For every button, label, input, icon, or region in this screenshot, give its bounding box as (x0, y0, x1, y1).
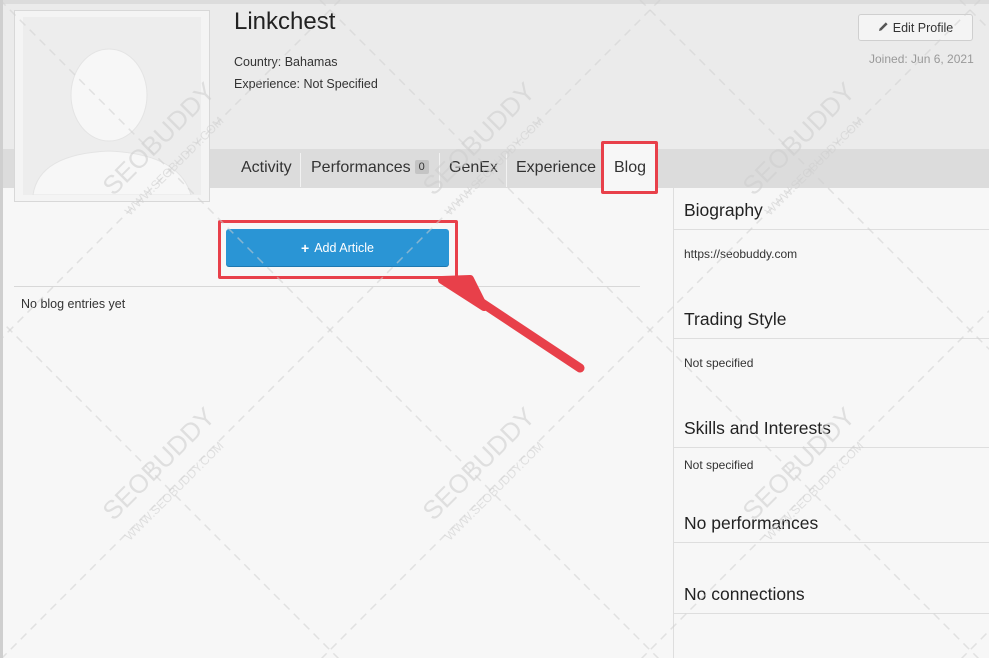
tab-activity[interactable]: Activity (241, 159, 292, 177)
connections-heading: No connections (684, 584, 805, 604)
tab-genex-label: GenEx (449, 159, 498, 176)
tab-performances-label: Performances (311, 159, 411, 176)
sidebar-divider (674, 613, 989, 614)
skills-heading: Skills and Interests (684, 418, 831, 438)
content-divider (14, 286, 640, 287)
trading-style-text: Not specified (684, 356, 754, 370)
tab-separator (439, 153, 440, 187)
avatar-placeholder-icon (23, 17, 201, 195)
biography-heading: Biography (684, 200, 763, 220)
watermark-site-text: WWW.SEOBUDDY.COM (122, 439, 226, 543)
sidebar-divider (674, 229, 989, 230)
tab-experience[interactable]: Experience (516, 159, 596, 177)
country-text: Country: Bahamas (234, 55, 338, 69)
experience-text: Experience: Not Specified (234, 77, 378, 91)
biography-link[interactable]: https://seobuddy.com (684, 247, 797, 261)
add-article-label: Add Article (314, 240, 374, 255)
tab-experience-label: Experience (516, 159, 597, 176)
edit-profile-button[interactable]: Edit Profile (858, 14, 973, 41)
tab-separator (506, 153, 507, 187)
pencil-icon (878, 21, 889, 35)
performances-heading: No performances (684, 513, 819, 533)
tab-performances[interactable]: Performances 0 (311, 159, 429, 177)
skills-text: Not specified (684, 458, 754, 472)
watermark-brand-text: SEOBUDDY (96, 401, 220, 525)
empty-state-text: No blog entries yet (21, 297, 126, 311)
page-title: Linkchest (234, 8, 336, 35)
watermark-brand-text: SEOBUDDY (416, 401, 540, 525)
performances-count-badge: 0 (414, 160, 429, 174)
trading-style-heading: Trading Style (684, 309, 787, 329)
sidebar-divider (674, 338, 989, 339)
sidebar-divider (674, 447, 989, 448)
tab-genex[interactable]: GenEx (449, 159, 498, 177)
sidebar-divider (674, 542, 989, 543)
watermark-site-text: WWW.SEOBUDDY.COM (442, 439, 546, 543)
plus-icon: + (301, 239, 310, 256)
add-article-button[interactable]: + Add Article (226, 229, 449, 266)
tab-blog[interactable]: Blog (614, 159, 646, 177)
tab-activity-label: Activity (241, 159, 292, 176)
avatar[interactable] (14, 10, 210, 202)
edit-profile-label: Edit Profile (892, 20, 954, 35)
joined-date: Joined: Jun 6, 2021 (869, 52, 974, 66)
tab-blog-label: Blog (614, 159, 647, 176)
tab-separator (300, 153, 301, 187)
